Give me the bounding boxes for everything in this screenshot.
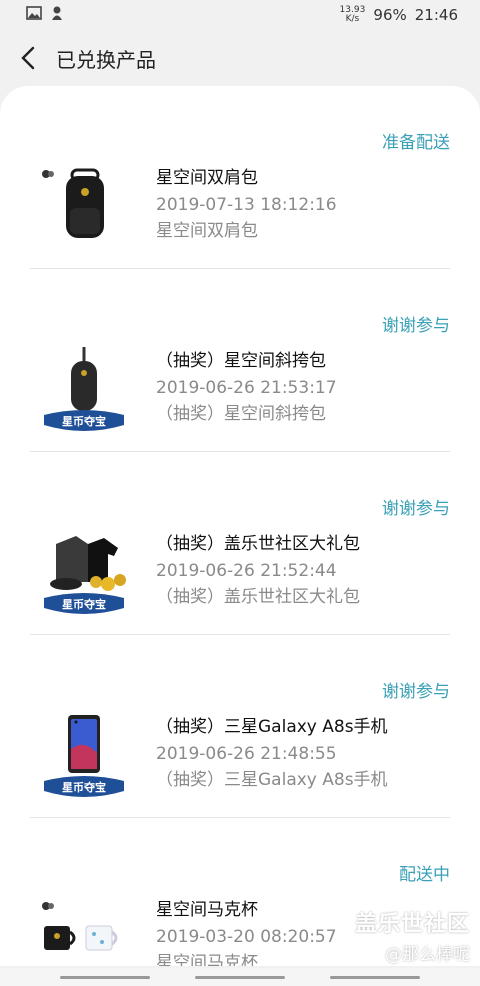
item-name: （抽奖）盖乐世社区大礼包 xyxy=(156,534,360,554)
item-desc: （抽奖）三星Galaxy A8s手机 xyxy=(156,770,388,790)
phone-icon: 星币夺宝 xyxy=(38,709,130,801)
badge-text: 星币夺宝 xyxy=(62,414,106,428)
item-desc: （抽奖）星空间斜挎包 xyxy=(156,404,326,424)
list-item[interactable]: 谢谢参与 星币夺宝 （抽奖）三星Galaxy A8s手机 2019-06-26 … xyxy=(30,635,450,818)
status-label: 谢谢参与 xyxy=(382,499,450,519)
badge-text: 星币夺宝 xyxy=(62,597,106,611)
mug-icon xyxy=(38,892,130,966)
clock: 21:46 xyxy=(414,6,458,24)
gallery-icon xyxy=(26,6,42,24)
backpack-icon xyxy=(38,160,130,252)
nav-recent-pill[interactable] xyxy=(60,976,150,979)
item-info: （抽奖）星空间斜挎包 2019-06-26 21:53:17 （抽奖）星空间斜挎… xyxy=(156,349,450,427)
list-item[interactable]: 准备配送 星空间双肩包 2019-07-13 18:12:16 星空间双肩包 xyxy=(30,86,450,269)
status-bar: 13.93 K/s 96% 21:46 xyxy=(0,0,480,30)
battery-level: 96% xyxy=(373,6,407,24)
status-label: 准备配送 xyxy=(382,133,450,153)
item-date: 2019-06-26 21:52:44 xyxy=(156,561,337,581)
list-item[interactable]: 谢谢参与 星币夺宝 （抽奖）星空间斜挎包 2019-06-26 21:53:17… xyxy=(30,269,450,452)
status-label: 配送中 xyxy=(399,865,450,885)
item-info: （抽奖）盖乐世社区大礼包 2019-06-26 21:52:44 （抽奖）盖乐世… xyxy=(156,532,450,610)
back-button[interactable] xyxy=(0,32,56,84)
item-name: 星空间双肩包 xyxy=(156,168,258,188)
item-desc: 星空间双肩包 xyxy=(156,221,258,241)
network-speed: 13.93 K/s xyxy=(339,5,366,24)
item-info: 星空间双肩包 2019-07-13 18:12:16 星空间双肩包 xyxy=(156,166,450,244)
page-title: 已兑换产品 xyxy=(56,47,156,72)
status-left xyxy=(26,5,64,25)
nav-home-pill[interactable] xyxy=(195,976,285,979)
item-name: （抽奖）星空间斜挎包 xyxy=(156,351,326,371)
notification-app-icon xyxy=(50,5,64,25)
item-date: 2019-06-26 21:53:17 xyxy=(156,378,337,398)
status-right: 13.93 K/s 96% 21:46 xyxy=(339,5,458,25)
sling-bag-icon: 星币夺宝 xyxy=(38,343,130,435)
watermark-sub: @那么棒呢 xyxy=(385,945,470,965)
redeemed-list[interactable]: 准备配送 星空间双肩包 2019-07-13 18:12:16 星空间双肩包 谢… xyxy=(0,86,480,966)
gift-pack-icon: 星币夺宝 xyxy=(38,526,130,618)
header: 已兑换产品 xyxy=(0,32,480,84)
nav-back-pill[interactable] xyxy=(330,976,420,979)
status-label: 谢谢参与 xyxy=(382,682,450,702)
list-item[interactable]: 谢谢参与 星币夺宝 （抽奖）盖乐世社区大礼包 2019-06-26 21:52:… xyxy=(30,452,450,635)
watermark-main: 盖乐世社区 xyxy=(354,912,470,937)
item-desc: （抽奖）盖乐世社区大礼包 xyxy=(156,587,360,607)
item-name: （抽奖）三星Galaxy A8s手机 xyxy=(156,717,388,737)
badge-text: 星币夺宝 xyxy=(62,780,106,794)
navigation-bar xyxy=(0,968,480,986)
chevron-left-icon xyxy=(21,46,35,70)
item-info: （抽奖）三星Galaxy A8s手机 2019-06-26 21:48:55 （… xyxy=(156,715,450,793)
watermark: 盖乐世社区 @那么棒呢 xyxy=(355,906,470,965)
item-date: 2019-06-26 21:48:55 xyxy=(156,744,337,764)
item-date: 2019-07-13 18:12:16 xyxy=(156,195,337,215)
status-label: 谢谢参与 xyxy=(382,316,450,336)
